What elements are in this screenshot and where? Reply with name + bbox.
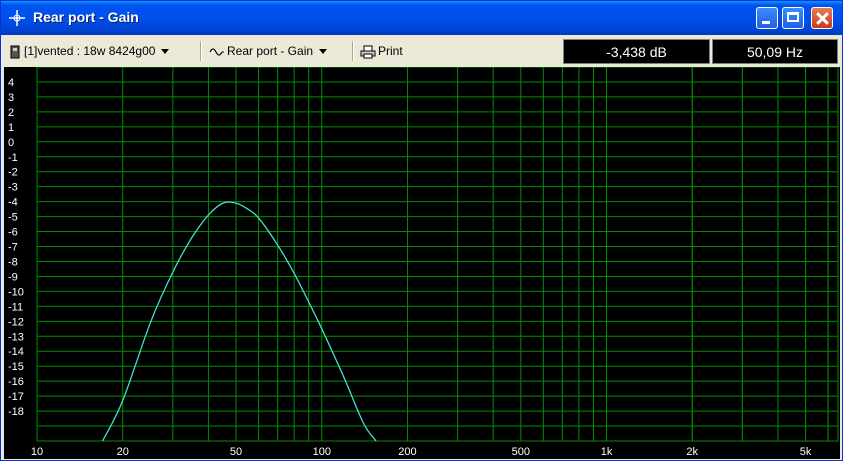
print-button[interactable]: Print: [360, 41, 403, 61]
chevron-down-icon: [319, 49, 328, 55]
title-bar[interactable]: Rear port - Gain: [1, 1, 842, 35]
y-tick-label: 1: [8, 122, 14, 134]
minimize-button[interactable]: [756, 7, 778, 29]
window-title: Rear port - Gain: [33, 9, 139, 25]
x-tick-label: 5k: [800, 446, 812, 458]
y-tick-label: -10: [8, 286, 24, 298]
crosshair-icon: [9, 10, 25, 26]
wave-icon: [209, 48, 224, 56]
y-tick-label: -16: [8, 376, 24, 388]
toolbar: [1]vented : 18w 8424g00 Rear port - Gain…: [4, 37, 840, 65]
print-label: Print: [378, 44, 403, 58]
y-tick-label: -7: [8, 242, 18, 254]
x-tick-label: 1k: [601, 446, 613, 458]
y-tick-label: -1: [8, 152, 18, 164]
maximize-button[interactable]: [782, 7, 804, 29]
x-tick-label: 2k: [686, 446, 698, 458]
driver-select[interactable]: [1]vented : 18w 8424g00: [10, 41, 170, 61]
y-tick-label: -6: [8, 227, 18, 239]
y-tick-label: -15: [8, 361, 24, 373]
printer-icon: [360, 45, 376, 59]
x-tick-label: 100: [313, 446, 331, 458]
y-tick-label: -4: [8, 197, 18, 209]
driver-select-value: [1]vented : 18w 8424g00: [24, 44, 156, 58]
speaker-icon: [10, 45, 20, 59]
x-tick-label: 10: [31, 446, 43, 458]
y-tick-label: 2: [8, 107, 14, 119]
x-tick-label: 200: [398, 446, 416, 458]
db-readout: -3,438 dB: [563, 39, 710, 64]
graph-select[interactable]: Rear port - Gain: [209, 41, 328, 61]
chevron-down-icon: [161, 49, 170, 55]
y-tick-label: -17: [8, 391, 24, 403]
y-tick-label: -13: [8, 331, 24, 343]
y-tick-label: 4: [8, 77, 14, 89]
toolbar-separator: [200, 41, 202, 61]
y-tick-label: -8: [8, 256, 18, 268]
y-tick-label: -2: [8, 167, 18, 179]
hz-readout: 50,09 Hz: [712, 39, 838, 64]
x-tick-label: 50: [230, 446, 242, 458]
y-tick-label: 0: [8, 137, 14, 149]
toolbar-separator: [352, 41, 354, 61]
x-tick-label: 20: [117, 446, 129, 458]
y-tick-label: -18: [8, 406, 24, 418]
gain-chart[interactable]: 43210-1-2-3-4-5-6-7-8-9-10-11-12-13-14-1…: [4, 67, 840, 459]
x-tick-label: 500: [512, 446, 530, 458]
y-tick-label: -14: [8, 346, 24, 358]
y-tick-label: -11: [8, 301, 23, 313]
y-tick-label: -9: [8, 271, 18, 283]
y-tick-label: -3: [8, 182, 18, 194]
y-tick-label: -12: [8, 316, 24, 328]
y-tick-label: 3: [8, 92, 14, 104]
app-window: Rear port - Gain [1]vented : 18w 8424g00…: [0, 0, 843, 461]
plot-border: [36, 67, 839, 442]
graph-select-value: Rear port - Gain: [227, 44, 314, 58]
y-tick-label: -5: [8, 212, 18, 224]
gain-plot[interactable]: 4 3 2 1 0 -1 -2 -3 -4 -5 -6 -7 -8 -9 -10 -11 -12 -13 -14 -1…: [4, 67, 840, 459]
close-button[interactable]: [811, 7, 833, 29]
